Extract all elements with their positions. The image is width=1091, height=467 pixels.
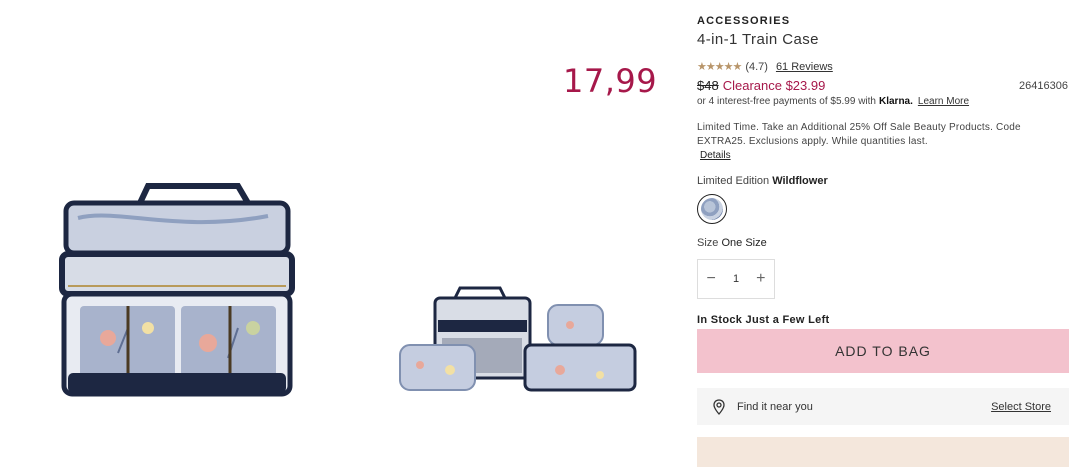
reviews-link[interactable]: 61 Reviews: [776, 61, 833, 73]
qty-minus-button[interactable]: −: [707, 270, 716, 288]
product-category: ACCESSORIES: [697, 15, 791, 27]
old-price: $48: [697, 78, 719, 93]
add-to-bag-button[interactable]: ADD TO BAG: [697, 329, 1069, 373]
product-image-set[interactable]: [380, 280, 645, 400]
product-rating: ★★★★★ (4.7) 61 Reviews: [697, 60, 833, 74]
size-label: Size: [697, 237, 719, 249]
qty-plus-button[interactable]: +: [756, 270, 765, 288]
edition-row: Limited Edition Wildflower: [697, 175, 828, 187]
location-pin-icon: [713, 398, 725, 415]
size-row: Size One Size: [697, 237, 767, 249]
rating-value: (4.7): [745, 60, 768, 73]
rating-stars: ★★★★★: [697, 61, 742, 73]
clearance-price: Clearance $23.99: [722, 78, 826, 93]
price-row: $48 Clearance $23.99: [697, 78, 825, 93]
product-title: 4-in-1 Train Case: [697, 31, 819, 48]
klarna-row: or 4 interest-free payments of $5.99 wit…: [697, 96, 969, 107]
swatch-image: [701, 198, 723, 220]
qty-value: 1: [732, 273, 740, 285]
klarna-text: or 4 interest-free payments of $5.99 wit…: [697, 96, 876, 107]
promo-banner[interactable]: [697, 437, 1069, 467]
find-label: Find it near you: [737, 400, 813, 413]
promo-text: Limited Time. Take an Additional 25% Off…: [697, 122, 1021, 147]
stock-status: In Stock Just a Few Left: [697, 314, 830, 326]
product-image-main[interactable]: [58, 178, 328, 403]
klarna-logo: Klarna.: [878, 96, 913, 107]
edition-value: Wildflower: [772, 175, 828, 187]
edition-label: Limited Edition: [697, 175, 770, 187]
quantity-stepper[interactable]: − 1 +: [697, 259, 775, 299]
wildflower-swatch[interactable]: [697, 194, 727, 224]
details-link[interactable]: Details: [700, 150, 731, 161]
learn-more-link[interactable]: Learn More: [918, 96, 969, 107]
overlay-price: 17,99: [563, 62, 658, 100]
find-near-you[interactable]: Find it near you Select Store: [697, 388, 1069, 425]
product-sku: 26416306: [1019, 80, 1068, 92]
select-store-link[interactable]: Select Store: [991, 401, 1051, 413]
size-value: One Size: [721, 237, 767, 249]
